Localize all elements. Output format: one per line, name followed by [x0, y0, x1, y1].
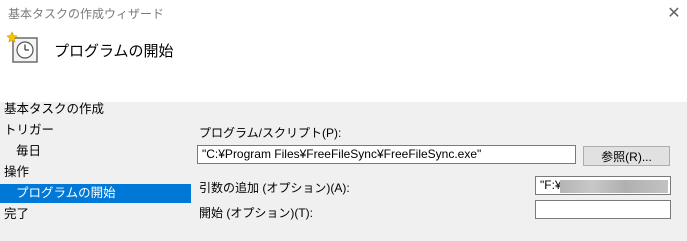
wizard-nav: 基本タスクの作成 トリガー 毎日 操作 プログラムの開始 完了	[0, 102, 191, 241]
window-title: 基本タスクの作成ウィザード	[8, 7, 165, 21]
browse-button[interactable]: 参照(R)...	[583, 146, 670, 166]
nav-item-action[interactable]: 操作	[0, 163, 179, 182]
start-in-label: 開始 (オプション)(T):	[199, 206, 313, 220]
redacted-value	[560, 180, 668, 193]
program-script-label: プログラム/スクリプト(P):	[199, 126, 342, 140]
wizard-header: プログラムの開始	[0, 26, 687, 102]
nav-item-daily[interactable]: 毎日	[0, 142, 191, 161]
page-title: プログラムの開始	[54, 43, 174, 60]
nav-item-start-program[interactable]: プログラムの開始	[0, 184, 191, 203]
clock-icon	[6, 31, 38, 63]
wizard-body: 基本タスクの作成 トリガー 毎日 操作 プログラムの開始 完了 プログラム/スク…	[0, 102, 687, 241]
nav-item-create-basic-task[interactable]: 基本タスクの作成	[0, 100, 179, 119]
nav-item-finish[interactable]: 完了	[0, 205, 179, 224]
arguments-label: 引数の追加 (オプション)(A):	[199, 181, 350, 195]
start-in-input[interactable]	[535, 200, 671, 219]
close-icon[interactable]: ✕	[661, 0, 687, 26]
nav-item-trigger[interactable]: トリガー	[0, 121, 179, 140]
program-script-input[interactable]: "C:¥Program Files¥FreeFileSync¥FreeFileS…	[197, 145, 576, 164]
title-bar: 基本タスクの作成ウィザード ✕	[0, 0, 687, 26]
